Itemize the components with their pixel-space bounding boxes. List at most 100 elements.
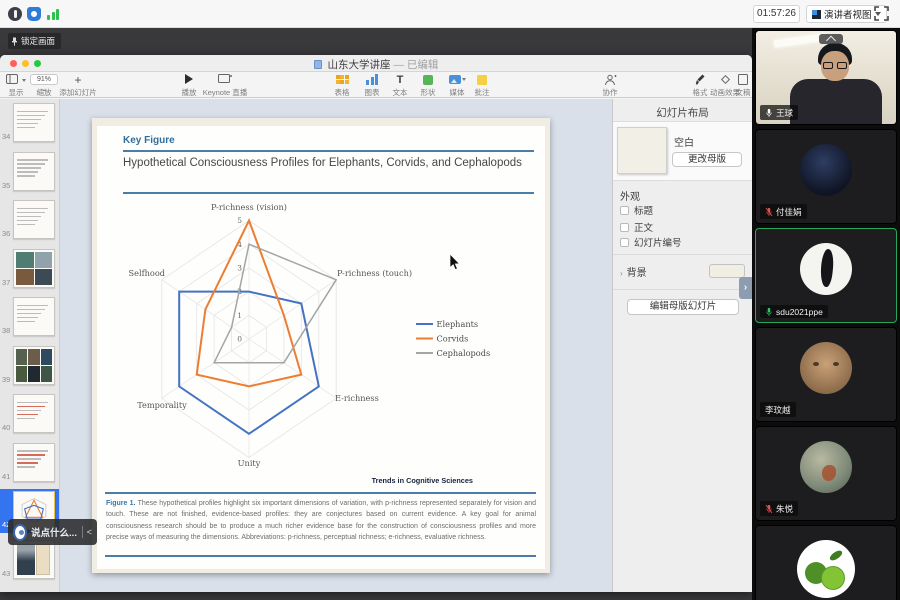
legend-label: Cephalopods: [437, 348, 491, 358]
radar-chart: 012345P-richness (vision)P-richness (tou…: [100, 197, 540, 491]
panel-collapse-tab[interactable]: ›: [739, 277, 752, 299]
title-checkbox-row[interactable]: 标题: [620, 203, 653, 217]
plus-icon: +: [58, 74, 98, 86]
slide-thumbnail[interactable]: [13, 103, 55, 142]
slide-thumbnail-row[interactable]: 39: [0, 344, 59, 388]
document-panel-button[interactable]: 文稿: [733, 74, 753, 98]
radar-axis-label: E-richness: [335, 393, 379, 403]
play-button[interactable]: 播放: [176, 74, 202, 98]
master-slide-name: 空白: [674, 134, 694, 149]
slide-thumbnail-row[interactable]: 36: [0, 198, 59, 242]
edit-master-button[interactable]: 编辑母版幻灯片: [627, 299, 739, 315]
keynote-toolbar: 显示 91% ⌄ 缩放 + 添加幻灯片 播放 Keynote 直播: [0, 72, 752, 98]
rule-line: [123, 192, 534, 194]
slide-thumbnail-row[interactable]: 41: [0, 441, 59, 485]
comment-button[interactable]: 批注: [470, 74, 494, 98]
zoom-control[interactable]: 91% ⌄ 缩放: [30, 74, 58, 98]
table-button[interactable]: 表格: [330, 74, 354, 98]
slide-thumbnail[interactable]: [13, 152, 55, 191]
animate-diamond-icon: [720, 74, 731, 85]
view-menu-button[interactable]: 显示: [2, 74, 30, 98]
layout-view-icon: [812, 10, 821, 19]
change-master-button[interactable]: 更改母版: [672, 152, 742, 167]
collapse-chat-icon[interactable]: <: [87, 527, 92, 537]
participant-tile[interactable]: [755, 525, 897, 600]
collaborate-button[interactable]: 协作: [596, 74, 624, 98]
slide-thumbnail-row[interactable]: 34: [0, 101, 59, 145]
slide-thumbnail[interactable]: [13, 297, 55, 336]
background-row[interactable]: ›背景: [620, 264, 647, 279]
legend-label: Corvids: [437, 334, 469, 344]
avatar: [800, 243, 852, 295]
chat-logo-avatar: [13, 524, 27, 541]
body-checkbox-row[interactable]: 正文: [620, 220, 653, 234]
thumb-book-cover: [36, 544, 50, 575]
format-brush-icon: [695, 74, 705, 86]
radar-axis-label: Selfhood: [129, 268, 165, 278]
current-slide[interactable]: Key Figure Hypothetical Consciousness Pr…: [92, 118, 550, 573]
checkbox[interactable]: [620, 223, 629, 232]
keynote-content: 34353637383940414243 Key Figure Hypothet…: [0, 99, 752, 592]
master-slide-card: 空白 更改母版: [613, 121, 752, 181]
radar-axis-label: Temporality: [137, 400, 187, 410]
slide-thumbnail[interactable]: [13, 346, 55, 385]
keynote-window: 山东大学讲座 — 已编辑 显示 91% ⌄ 缩放 + 添加幻灯片: [0, 55, 752, 592]
radar-ring-label: 1: [237, 311, 242, 320]
figure-title: Hypothetical Consciousness Profiles for …: [123, 156, 534, 171]
table-icon: [336, 75, 349, 84]
slide-canvas[interactable]: Key Figure Hypothetical Consciousness Pr…: [60, 99, 612, 592]
figure-caption: Figure 1. These hypothetical profiles hi…: [106, 498, 536, 544]
add-slide-button[interactable]: + 添加幻灯片: [58, 74, 98, 98]
media-button[interactable]: 媒体: [442, 74, 472, 98]
slide-number-checkbox-row[interactable]: 幻灯片编号: [620, 235, 682, 249]
scroll-up-button[interactable]: [819, 34, 843, 44]
slide-number: 39: [2, 375, 10, 384]
meeting-timer: 01:57:26: [753, 5, 800, 23]
mouse-cursor: [449, 254, 460, 271]
participant-tile[interactable]: 付佳娟: [755, 129, 897, 224]
slide-thumbnail-row[interactable]: 35: [0, 150, 59, 194]
chart-button[interactable]: 图表: [360, 74, 384, 98]
radar-ring-label: 5: [237, 216, 242, 225]
participant-tile[interactable]: 李玟越: [755, 327, 897, 422]
keynote-live-button[interactable]: Keynote 直播: [202, 74, 248, 98]
master-slide-thumbnail[interactable]: [617, 127, 667, 174]
slide-thumbnail[interactable]: [13, 249, 55, 288]
chat-quick-input[interactable]: 说点什么... <: [8, 519, 97, 545]
slide-thumbnail[interactable]: [13, 443, 55, 482]
slide-thumbnail[interactable]: [13, 540, 55, 579]
checkbox[interactable]: [620, 238, 629, 247]
disclosure-chevron-icon[interactable]: ›: [620, 269, 623, 278]
participant-name-badge: 李玟越: [760, 402, 796, 417]
document-icon: [314, 60, 322, 69]
divider: [613, 254, 752, 255]
slide-thumbnail-row[interactable]: 38: [0, 295, 59, 339]
background-color-well[interactable]: [709, 264, 745, 278]
thumb-photo: [17, 544, 35, 575]
mic-status-icon[interactable]: [8, 7, 22, 21]
participant-tile[interactable]: 朱悦: [755, 426, 897, 521]
shape-button[interactable]: 形状: [416, 74, 440, 98]
slide-thumbnail-row[interactable]: 37: [0, 247, 59, 291]
slide-thumbnail[interactable]: [13, 200, 55, 239]
text-button[interactable]: T 文本: [388, 74, 412, 98]
participant-tile-video[interactable]: 王球: [755, 30, 897, 125]
slide-thumbnail-row[interactable]: 40: [0, 392, 59, 436]
slide-number: 43: [2, 569, 10, 578]
media-icon: [449, 75, 461, 84]
format-inspector: 幻灯片布局 空白 更改母版 外观 标题 正文: [612, 99, 752, 592]
shared-screen-stage: 锁定画面 山东大学讲座 — 已编辑 显示: [0, 28, 752, 600]
avatar: [800, 441, 852, 493]
avatar: [797, 540, 855, 598]
fullscreen-icon[interactable]: [874, 6, 889, 21]
keynote-titlebar: 山东大学讲座 — 已编辑: [0, 55, 752, 72]
radar-ring-label: 0: [237, 335, 242, 344]
participant-tile-active-speaker[interactable]: sdu2021ppe: [755, 228, 897, 323]
participant-name-badge: 王球: [760, 105, 798, 120]
slide-thumbnail[interactable]: [13, 394, 55, 433]
pin-screen-badge[interactable]: 锁定画面: [8, 33, 61, 49]
security-shield-icon[interactable]: [27, 7, 41, 21]
checkbox[interactable]: [620, 206, 629, 215]
divider: [82, 526, 83, 538]
figure-box: Key Figure Hypothetical Consciousness Pr…: [97, 126, 545, 569]
